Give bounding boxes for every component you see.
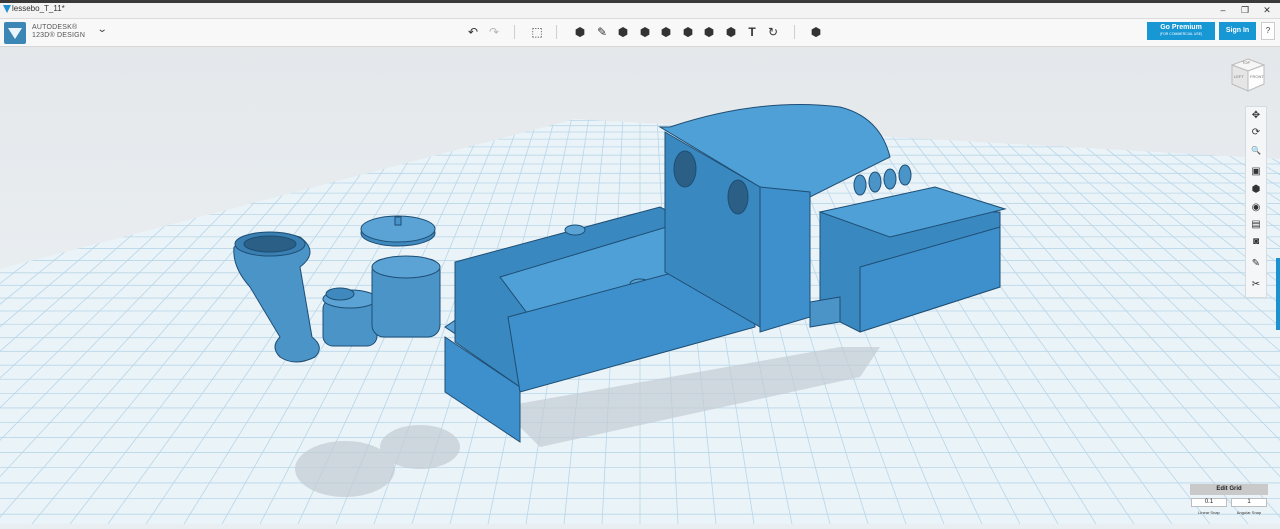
toolbar-separator — [556, 25, 557, 39]
edit-grid-button[interactable]: Edit Grid — [1190, 484, 1268, 495]
sign-in-button[interactable]: Sign In — [1219, 22, 1256, 40]
materials-icon[interactable]: ▤ — [1247, 217, 1265, 233]
app-header: AUTODESK® 123D® DESIGN ⌄ ↶ ↷ ⬚ ⬢ ✎ ⬢ ⬢ ⬢… — [0, 19, 1280, 47]
sketch-tool-icon[interactable]: ✎ — [593, 23, 611, 41]
orbit-icon[interactable]: ⟳ — [1247, 125, 1265, 141]
primitives-tool-icon[interactable]: ⬢ — [571, 23, 589, 41]
viewcube-left-label: LEFT — [1234, 74, 1244, 79]
go-premium-sublabel: (FOR COMMERCIAL USE) — [1159, 32, 1203, 36]
toolbar-separator — [514, 25, 515, 39]
window-title: lessebo_T_11* — [12, 4, 65, 13]
modify-tool-icon[interactable]: ⬢ — [636, 23, 654, 41]
group-tool-icon[interactable]: ⬢ — [679, 23, 697, 41]
visibility-icon[interactable]: ◉ — [1247, 200, 1265, 216]
view-mode-icon[interactable]: ⬢ — [1247, 182, 1265, 198]
close-button[interactable]: ✕ — [1256, 3, 1278, 18]
side-panel-handle[interactable] — [1276, 258, 1280, 330]
redo-button[interactable]: ↷ — [485, 23, 503, 41]
angular-snap-label: Angular Snap — [1236, 510, 1262, 515]
brand-product: 123D® DESIGN — [32, 32, 86, 39]
pan-icon[interactable]: ✥ — [1247, 108, 1265, 124]
viewcube-front-label: FRONT — [1250, 74, 1264, 79]
screenshot-icon[interactable]: ◙ — [1247, 234, 1265, 250]
app-logo-icon — [4, 22, 26, 44]
grid-panel: Edit Grid 0.1 1 Linear Snap Angular Snap — [1190, 484, 1268, 524]
3d-viewport[interactable]: TOP LEFT FRONT — [0, 47, 1280, 524]
pattern-tool-icon[interactable]: ⬢ — [657, 23, 675, 41]
snap-grid-icon[interactable]: ✎ — [1247, 256, 1265, 272]
transform-tool-icon[interactable]: ⬚ — [528, 23, 546, 41]
undo-button[interactable]: ↶ — [464, 23, 482, 41]
scene-canvas[interactable] — [0, 47, 1280, 524]
material-tool-icon[interactable]: ⬢ — [807, 23, 825, 41]
help-button[interactable]: ? — [1261, 22, 1275, 40]
brand-company: AUTODESK® — [32, 24, 78, 31]
text-tool-icon[interactable]: T — [743, 23, 761, 41]
construct-tool-icon[interactable]: ⬢ — [614, 23, 632, 41]
go-premium-button[interactable]: Go Premium (FOR COMMERCIAL USE) — [1147, 22, 1215, 40]
fit-icon[interactable]: ▣ — [1247, 164, 1265, 180]
minimize-button[interactable]: – — [1212, 3, 1234, 18]
angular-snap-input[interactable]: 1 — [1231, 498, 1267, 507]
chevron-down-icon[interactable]: ⌄ — [97, 24, 108, 35]
zoom-icon[interactable]: 🔍 — [1247, 143, 1265, 159]
measure-tool-icon[interactable]: ⬢ — [722, 23, 740, 41]
toolbar-separator — [794, 25, 795, 39]
combine-tool-icon[interactable]: ⬢ — [700, 23, 718, 41]
linear-snap-input[interactable]: 0.1 — [1191, 498, 1227, 507]
linear-snap-label: Linear Snap — [1198, 510, 1220, 515]
maximize-button[interactable]: ❐ — [1234, 3, 1256, 18]
snap-tool-icon[interactable]: ↻ — [764, 23, 782, 41]
app-small-logo-icon — [3, 5, 11, 13]
edit-tools-icon[interactable]: ✂ — [1247, 277, 1265, 293]
go-premium-label: Go Premium — [1160, 24, 1202, 31]
viewcube-top-label: TOP — [1242, 60, 1251, 65]
viewcube[interactable]: TOP LEFT FRONT — [1230, 57, 1266, 97]
window-titlebar: lessebo_T_11* – ❐ ✕ — [0, 3, 1280, 19]
